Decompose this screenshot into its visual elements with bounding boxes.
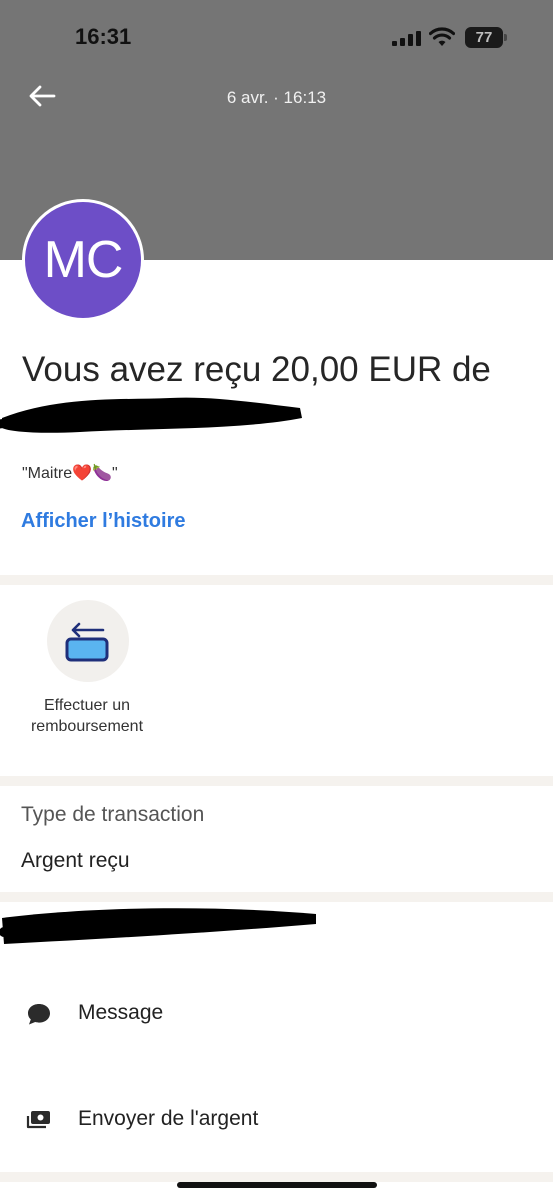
battery-indicator: 77	[465, 27, 507, 48]
transaction-title: Vous avez reçu 20,00 EUR de	[22, 350, 491, 389]
redaction-scribble	[0, 397, 302, 433]
home-indicator[interactable]	[177, 1182, 377, 1188]
refund-button[interactable]	[47, 600, 129, 682]
transaction-type-value: Argent reçu	[21, 849, 130, 872]
avatar: MC	[22, 199, 144, 321]
refund-icon	[65, 622, 109, 662]
status-time: 16:31	[75, 24, 132, 49]
send-money-button[interactable]: Envoyer de l'argent	[0, 1090, 553, 1150]
cellular-signal-icon	[392, 31, 421, 46]
show-story-link[interactable]: Afficher l’histoire	[21, 510, 185, 533]
refund-label: Effectuer un remboursement	[30, 697, 144, 735]
payment-note: "Maitre❤️🍆"	[22, 465, 118, 482]
chat-bubble-icon	[28, 1004, 50, 1025]
redaction-scribble	[0, 908, 316, 944]
send-money-icon	[26, 1111, 50, 1129]
message-button[interactable]: Message	[0, 984, 553, 1044]
wifi-icon	[429, 27, 455, 46]
section-divider	[0, 892, 553, 902]
send-money-label: Envoyer de l'argent	[78, 1107, 259, 1130]
transaction-date: 6 avr. · 16:13	[226, 88, 327, 107]
section-divider	[0, 776, 553, 786]
section-divider	[0, 575, 553, 585]
battery-tip	[504, 34, 507, 41]
transaction-type-label: Type de transaction	[21, 803, 205, 826]
battery-level: 77	[475, 29, 493, 46]
avatar-initials: MC	[43, 231, 124, 289]
section-divider	[0, 1172, 553, 1182]
message-label: Message	[78, 1001, 164, 1024]
